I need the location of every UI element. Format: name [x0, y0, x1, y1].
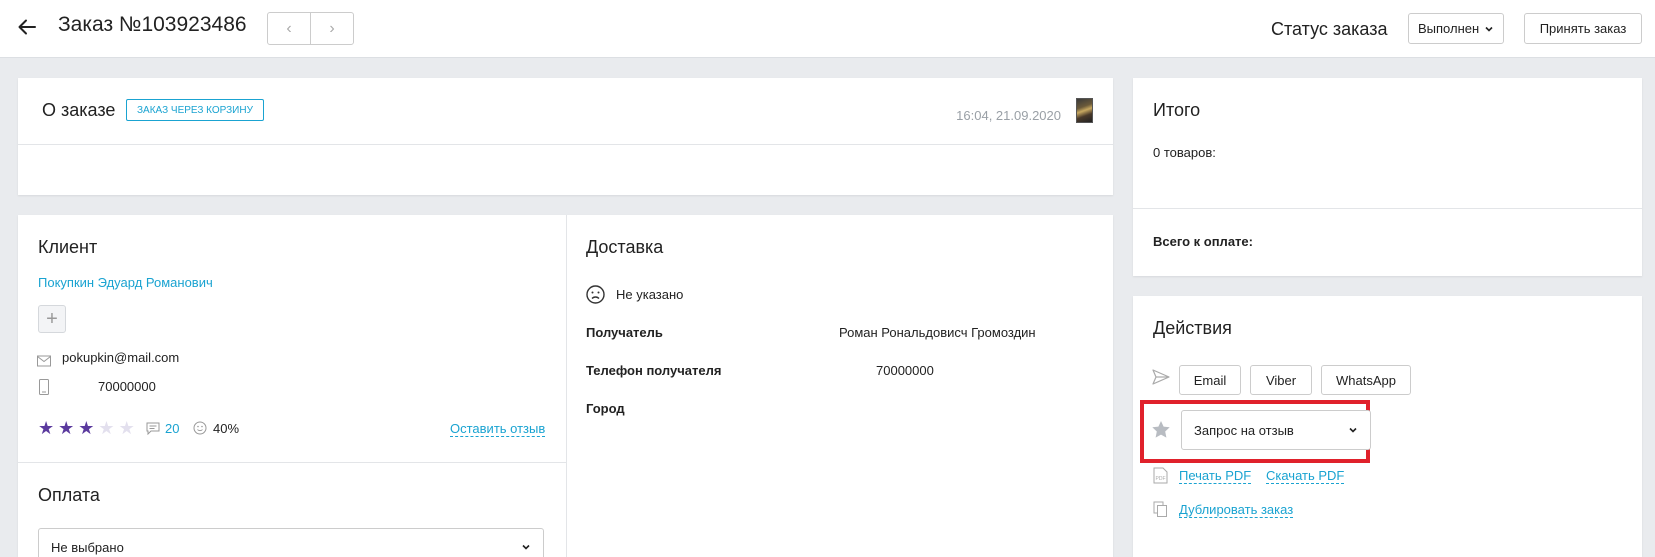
order-nav-group: ‹ ›: [267, 12, 354, 45]
top-bar: Заказ №103923486 ‹ › Статус заказа Выпол…: [0, 0, 1655, 58]
leave-review-link[interactable]: Оставить отзыв: [450, 421, 546, 437]
chevron-down-icon: [522, 544, 530, 550]
status-value: Выполнен: [1418, 21, 1480, 36]
order-source-badge: ЗАКАЗ ЧЕРЕЗ КОРЗИНУ: [126, 99, 264, 121]
review-request-value: Запрос на отзыв: [1194, 422, 1294, 438]
star-empty-icon: ★: [98, 418, 115, 438]
star-empty-icon: ★: [118, 418, 135, 438]
actions-card: Действия Email Viber WhatsApp Запрос на …: [1133, 296, 1642, 557]
divider: [18, 144, 1113, 145]
about-order-card: О заказе ЗАКАЗ ЧЕРЕЗ КОРЗИНУ 16:04, 21.0…: [18, 78, 1113, 195]
city-label: Город: [586, 401, 625, 416]
envelope-icon: [37, 354, 51, 372]
download-pdf-link[interactable]: Скачать PDF: [1266, 468, 1345, 484]
sad-face-icon: [586, 285, 605, 309]
phone-icon: [39, 379, 49, 400]
add-client-info-button[interactable]: +: [38, 305, 66, 333]
chevron-down-icon: [1485, 26, 1493, 32]
send-email-button[interactable]: Email: [1179, 365, 1241, 395]
client-phone: 70000000: [98, 379, 156, 394]
order-thumbnail[interactable]: [1076, 98, 1093, 123]
status-label: Статус заказа: [1271, 19, 1388, 39]
divider: [18, 462, 566, 463]
payment-title: Оплата: [38, 485, 100, 505]
prev-order-button[interactable]: ‹: [268, 13, 310, 44]
recipient-value: Роман Рональдовисч Громоздин: [839, 325, 1036, 340]
plus-icon: +: [46, 307, 58, 330]
totals-card: Итого 0 товаров: Всего к оплате:: [1133, 78, 1642, 276]
client-title: Клиент: [38, 237, 98, 257]
recipient-phone-label: Телефон получателя: [586, 363, 722, 378]
order-datetime: 16:04, 21.09.2020: [956, 108, 1061, 123]
send-icon: [1152, 369, 1170, 390]
total-label: Всего к оплате:: [1153, 234, 1253, 249]
status-select[interactable]: Выполнен: [1408, 13, 1504, 44]
next-order-button[interactable]: ›: [310, 13, 353, 44]
items-count: 0 товаров:: [1153, 145, 1216, 160]
review-request-select[interactable]: Запрос на отзыв: [1181, 410, 1371, 450]
about-title: О заказе: [42, 100, 116, 120]
delivery-title: Доставка: [586, 237, 664, 257]
chevron-down-icon: [1349, 427, 1357, 433]
payment-selected: Не выбрано: [51, 539, 124, 555]
client-rating: ★ ★ ★ ★ ★: [38, 419, 135, 437]
comment-icon: [146, 422, 160, 440]
recipient-phone-value: 70000000: [876, 363, 934, 378]
actions-title: Действия: [1153, 318, 1232, 338]
send-viber-button[interactable]: Viber: [1250, 365, 1312, 395]
client-name-link[interactable]: Покупкин Эдуард Романович: [38, 275, 213, 290]
payment-select[interactable]: Не выбрано: [38, 528, 544, 557]
svg-text:PDF: PDF: [1156, 476, 1166, 482]
send-whatsapp-button[interactable]: WhatsApp: [1321, 365, 1411, 395]
star-filled-icon: ★: [38, 418, 55, 438]
delivery-status: Не указано: [616, 287, 684, 302]
page-title: Заказ №103923486: [58, 13, 247, 36]
divider: [1133, 208, 1642, 209]
client-email: pokupkin@mail.com: [62, 350, 180, 365]
star-icon: [1151, 420, 1171, 444]
chevron-left-icon: ‹: [286, 19, 292, 37]
smiley-icon: [193, 421, 207, 440]
divider: [566, 215, 567, 557]
satisfaction-percent: 40%: [213, 421, 240, 436]
totals-title: Итого: [1153, 100, 1201, 120]
back-arrow-icon[interactable]: [16, 16, 38, 38]
copy-icon: [1153, 501, 1168, 523]
star-filled-icon: ★: [78, 418, 95, 438]
comments-count[interactable]: 20: [165, 421, 179, 436]
recipient-label: Получатель: [586, 325, 663, 340]
accept-order-button[interactable]: Принять заказ: [1524, 13, 1642, 44]
star-filled-icon: ★: [58, 418, 75, 438]
duplicate-order-link[interactable]: Дублировать заказ: [1179, 502, 1294, 518]
print-pdf-link[interactable]: Печать PDF: [1179, 468, 1252, 484]
order-details-card: Клиент Покупкин Эдуард Романович + pokup…: [18, 215, 1113, 557]
pdf-icon: PDF: [1153, 467, 1168, 489]
chevron-right-icon: ›: [329, 19, 335, 37]
